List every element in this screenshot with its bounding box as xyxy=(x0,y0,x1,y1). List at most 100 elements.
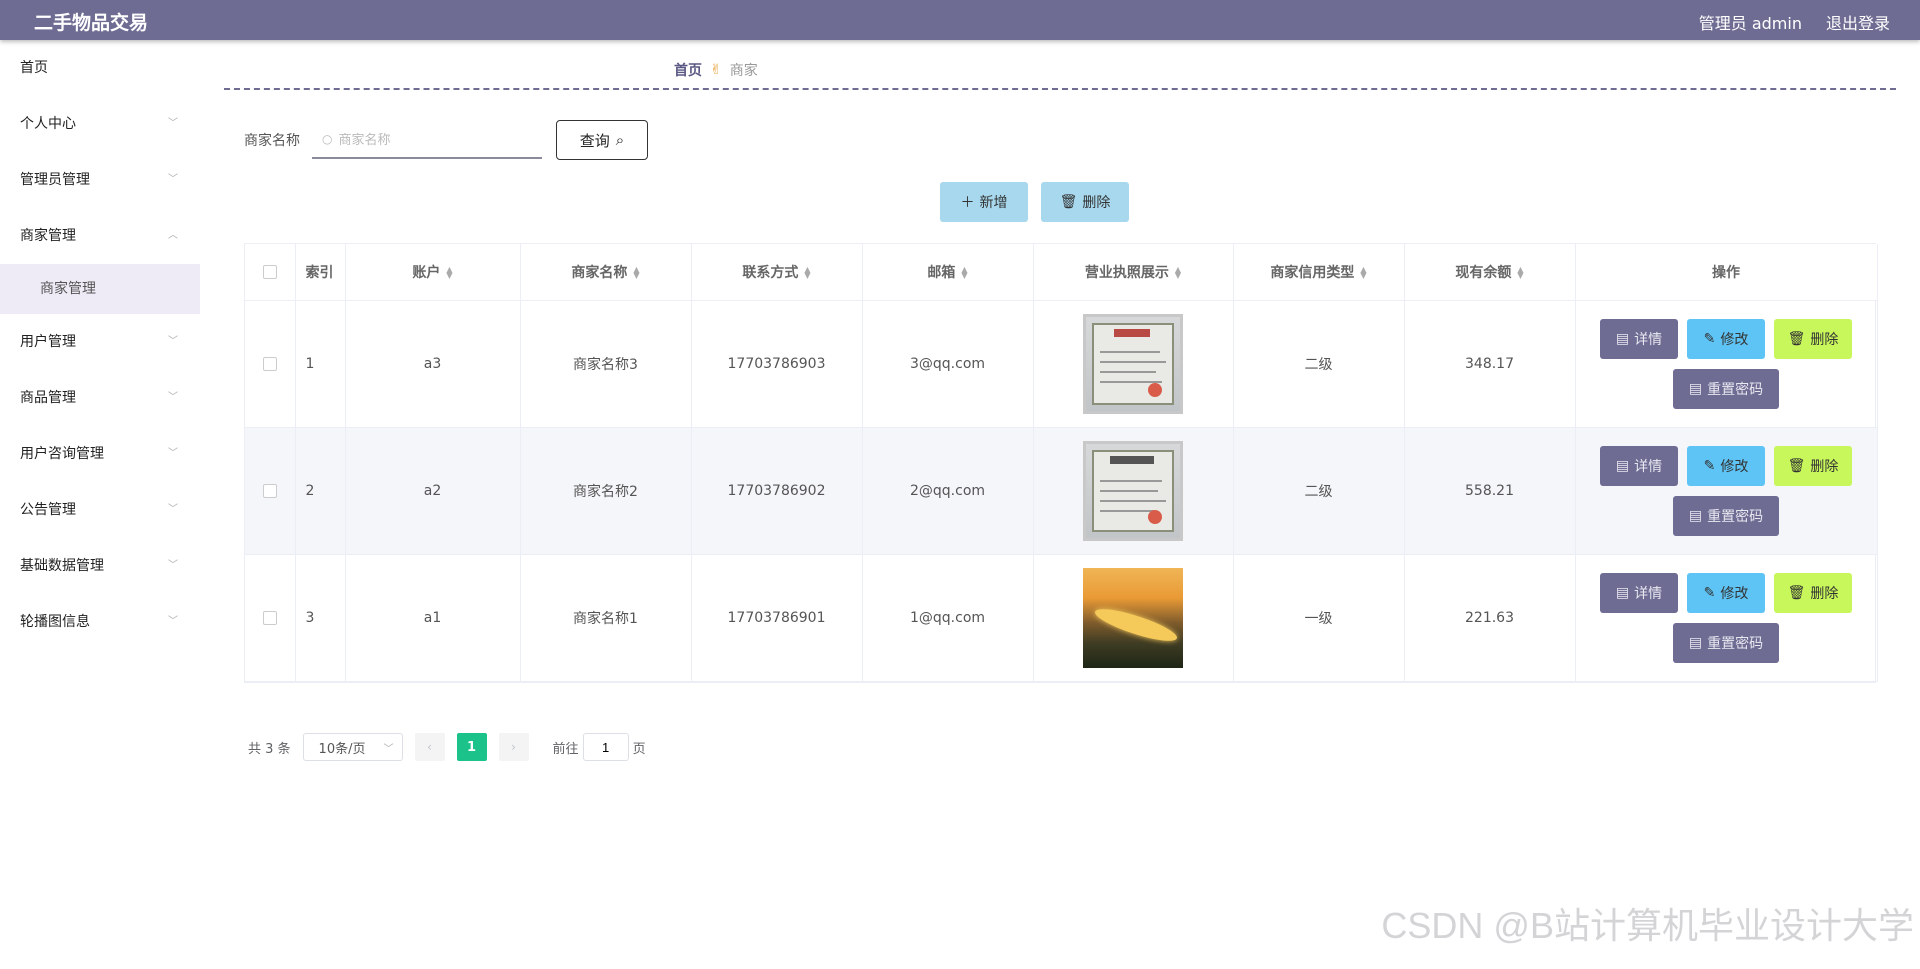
cell-balance: 348.17 xyxy=(1404,300,1576,428)
col-account[interactable]: 账户 ▲ ▼ xyxy=(345,244,521,301)
sidebar-item-basic-data[interactable]: 基础数据管理 ﹀ xyxy=(0,538,200,594)
detail-button-label: 详情 xyxy=(1634,458,1663,475)
select-all-checkbox[interactable] xyxy=(262,264,277,279)
sidebar-item-label: 轮播图信息 xyxy=(20,614,90,630)
col-credit-label: 商家信用类型 xyxy=(1270,264,1355,281)
delete-button[interactable]: 🗑 删除 xyxy=(1774,318,1852,359)
col-balance[interactable]: 现有余额 ▲ ▼ xyxy=(1404,244,1576,301)
reset-password-button[interactable]: ▤ 重置密码 xyxy=(1673,495,1779,536)
col-credit[interactable]: 商家信用类型 ▲ ▼ xyxy=(1233,244,1405,301)
sidebar-item-label: 用户管理 xyxy=(20,334,76,350)
cell-name: 商家名称1 xyxy=(520,554,692,682)
chevron-down-icon: ﹀ xyxy=(168,616,178,627)
reset-password-button[interactable]: ▤ 重置密码 xyxy=(1673,368,1779,409)
query-button-label: 查询 xyxy=(579,131,610,150)
cell-index: 3 xyxy=(295,554,346,682)
col-license-label: 营业执照展示 xyxy=(1084,264,1169,281)
sort-icon[interactable]: ▲ ▼ xyxy=(633,265,639,279)
chevron-down-icon: ﹀ xyxy=(168,448,178,459)
edit-button[interactable]: ✎ 修改 xyxy=(1687,445,1765,486)
col-email-label: 邮箱 xyxy=(927,264,956,281)
sidebar-subitem-merchant-management[interactable]: 商家管理 xyxy=(0,264,200,314)
col-email[interactable]: 邮箱 ▲ ▼ xyxy=(862,244,1034,301)
license-image[interactable] xyxy=(1083,440,1183,541)
license-image[interactable] xyxy=(1083,567,1183,668)
cell-phone: 17703786902 xyxy=(691,427,863,555)
row-select-cell xyxy=(245,300,296,428)
sidebar-item-notice-management[interactable]: 公告管理 ﹀ xyxy=(0,482,200,538)
chevron-down-icon: ﹀ xyxy=(168,336,178,347)
detail-button[interactable]: ▤ 详情 xyxy=(1600,572,1678,613)
delete-button-label: 删除 xyxy=(1810,331,1839,348)
edit-button[interactable]: ✎ 修改 xyxy=(1687,318,1765,359)
search-label: 商家名称 xyxy=(244,133,300,149)
edit-button-label: 修改 xyxy=(1720,331,1749,348)
batch-delete-button[interactable]: 🗑 删除 xyxy=(1041,182,1129,222)
sidebar-item-admin-management[interactable]: 管理员管理 ﹀ xyxy=(0,152,200,208)
detail-button[interactable]: ▤ 详情 xyxy=(1600,445,1678,486)
sidebar-item-user-management[interactable]: 用户管理 ﹀ xyxy=(0,314,200,370)
edit-button-label: 修改 xyxy=(1720,458,1749,475)
col-index: 索引 xyxy=(295,244,346,301)
detail-button-label: 详情 xyxy=(1634,331,1663,348)
sort-icon[interactable]: ▲ ▼ xyxy=(1517,265,1523,279)
select-all-cell xyxy=(245,244,296,301)
detail-button[interactable]: ▤ 详情 xyxy=(1600,318,1678,359)
reset-password-button[interactable]: ▤ 重置密码 xyxy=(1673,622,1779,663)
cell-name: 商家名称3 xyxy=(520,300,692,428)
row-checkbox[interactable] xyxy=(262,610,277,625)
sidebar-item-carousel[interactable]: 轮播图信息 ﹀ xyxy=(0,594,200,650)
sidebar-item-consult-management[interactable]: 用户咨询管理 ﹀ xyxy=(0,426,200,482)
cell-name: 商家名称2 xyxy=(520,427,692,555)
document-icon: ▤ xyxy=(1615,457,1630,474)
row-checkbox[interactable] xyxy=(262,483,277,498)
add-button[interactable]: ＋ 新增 xyxy=(940,182,1028,222)
delete-button[interactable]: 🗑 删除 xyxy=(1774,445,1852,486)
chevron-down-icon: ﹀ xyxy=(168,392,178,403)
sort-icon[interactable]: ▲ ▼ xyxy=(446,265,452,279)
document-icon: ▤ xyxy=(1688,380,1703,397)
sidebar: 首页 个人中心 ﹀ 管理员管理 ﹀ 商家管理 ︿ 商家管理 用户管理 ﹀ 商品管… xyxy=(0,40,200,969)
breadcrumb-home[interactable]: 首页 xyxy=(674,60,702,80)
plus-icon: ＋ xyxy=(960,195,975,211)
prev-page-button[interactable]: ‹ xyxy=(414,733,445,761)
sidebar-item-merchant-management[interactable]: 商家管理 ︿ xyxy=(0,208,200,264)
row-checkbox[interactable] xyxy=(262,356,277,371)
col-phone[interactable]: 联系方式 ▲ ▼ xyxy=(691,244,863,301)
cell-account: a1 xyxy=(345,554,521,682)
cell-ops: ▤ 详情 ✎ 修改 🗑 删除 ▤ 重置密码 xyxy=(1575,554,1878,682)
sort-icon[interactable]: ▲ ▼ xyxy=(1175,265,1181,279)
search-icon: ⌕ xyxy=(615,131,625,149)
chevron-left-icon: ‹ xyxy=(427,740,432,754)
sort-icon[interactable]: ▲ ▼ xyxy=(1360,265,1366,279)
license-image[interactable] xyxy=(1083,313,1183,414)
goto-page-input[interactable] xyxy=(582,733,629,761)
sort-icon[interactable]: ▲ ▼ xyxy=(804,265,810,279)
col-name[interactable]: 商家名称 ▲ ▼ xyxy=(520,244,692,301)
logout-link[interactable]: 退出登录 xyxy=(1826,10,1890,34)
total-count: 共 3 条 xyxy=(248,741,291,757)
trash-icon: 🗑 xyxy=(1787,457,1806,474)
table-header-row: 索引 账户 ▲ ▼ 商家名称 ▲ ▼ 联系方式 ▲ ▼ 邮箱 ▲ ▼ 营业执照展示 ▲ ▼ 商家信用… xyxy=(245,244,1878,301)
trash-icon: 🗑 xyxy=(1787,584,1806,601)
breadcrumb-current: 商家 xyxy=(729,63,758,79)
cell-credit: 二级 xyxy=(1233,300,1405,428)
col-license[interactable]: 营业执照展示 ▲ ▼ xyxy=(1033,244,1234,301)
admin-user-label[interactable]: 管理员 admin xyxy=(1699,10,1802,34)
sort-icon[interactable]: ▲ ▼ xyxy=(961,265,967,279)
app-title: 二手物品交易 xyxy=(34,12,149,34)
sidebar-item-personal-center[interactable]: 个人中心 ﹀ xyxy=(0,96,200,152)
search-input[interactable] xyxy=(338,131,529,147)
delete-button[interactable]: 🗑 删除 xyxy=(1774,572,1852,613)
page-jump: 前往 页 xyxy=(553,733,646,761)
page-size-select[interactable]: 10条/页 ﹀ xyxy=(302,733,403,761)
edit-button[interactable]: ✎ 修改 xyxy=(1687,572,1765,613)
sidebar-item-home[interactable]: 首页 xyxy=(0,40,200,96)
header-user-area: 管理员 admin 退出登录 xyxy=(1699,10,1890,34)
page-number-current[interactable]: 1 xyxy=(456,733,487,761)
document-icon: ▤ xyxy=(1615,584,1630,601)
next-page-button[interactable]: › xyxy=(498,733,529,761)
row-select-cell xyxy=(245,427,296,555)
query-button[interactable]: 查询 ⌕ xyxy=(556,120,648,160)
sidebar-item-product-management[interactable]: 商品管理 ﹀ xyxy=(0,370,200,426)
